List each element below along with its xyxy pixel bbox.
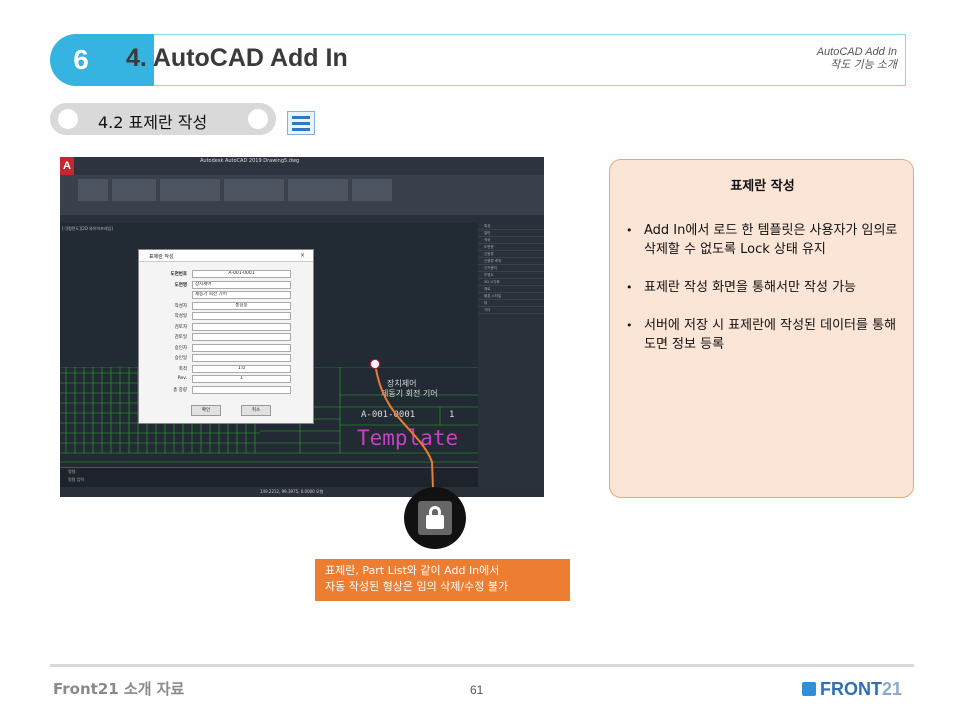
footer-divider [50, 664, 914, 667]
dialog-field-input[interactable] [192, 333, 291, 341]
footer-label: Front21 소개 자료 [53, 680, 185, 698]
property-row[interactable]: 특성 [478, 223, 544, 230]
dialog-field-input[interactable] [192, 312, 291, 320]
property-row[interactable]: 3D 시각화 [478, 279, 544, 286]
header-subtitle-line2: 작도 기능 소개 [830, 59, 897, 71]
dialog-field-input[interactable]: 1 [192, 375, 291, 383]
info-panel: 표제란 작성 Add In에서 로드 한 템플릿은 사용자가 임의로 삭제할 수… [609, 159, 914, 498]
dialog-field-input[interactable]: 장치제어 [192, 280, 291, 289]
dialog-field-row: 검토일 [139, 333, 315, 341]
dialog-field-input[interactable] [192, 343, 291, 352]
lock-callout: 표제란, Part List와 같이 Add In에서 자동 작성된 형상은 임… [315, 559, 570, 601]
dialog-field-label: 작성일 [174, 314, 187, 319]
property-row[interactable]: 선가중치 [478, 265, 544, 272]
viewport-label: [-][평면도][2D 와이어프레임] [62, 226, 113, 231]
close-icon[interactable]: × [300, 252, 305, 259]
page-title: 4. AutoCAD Add In [126, 44, 348, 72]
command-input[interactable]: 명령 입력 [60, 476, 478, 484]
dialog-field-row: 축척 1:0 [139, 364, 315, 373]
dialog-field-input[interactable]: 1:0 [192, 364, 291, 373]
dialog-field-label: Rev. [177, 376, 187, 381]
lock-marker-icon [370, 359, 380, 369]
front21-logo-icon [802, 682, 816, 696]
dialog-field-row: 도면번호 A-001-0001 [139, 270, 315, 278]
dialog-field-input[interactable]: 제동기 회전 기어 [192, 291, 291, 299]
dialog-field-label: 총 중량 [173, 387, 187, 393]
slide-header: AutoCAD Add In 작도 기능 소개 6 4. AutoCAD Add… [50, 34, 906, 86]
property-row[interactable]: 투명도 [478, 272, 544, 279]
property-row[interactable]: 도면층 [478, 244, 544, 251]
dialog-field-label: 검토자 [174, 324, 187, 330]
dialog-field-input[interactable] [192, 354, 291, 362]
list-icon [287, 111, 315, 135]
title-block-name2: 제동기 회전 기어 [381, 389, 438, 398]
dialog-field-input[interactable] [192, 322, 291, 331]
dialog-field-row: 승인일 [139, 354, 315, 362]
dialog-field-row: 제동기 회전 기어 [139, 291, 315, 299]
autocad-ribbon [60, 175, 544, 215]
title-block-dialog: 표제란 작성 × 도면번호 A-001-0001 도면명 장치제어제동기 회전 기어작… [138, 249, 314, 424]
property-row[interactable]: 기타 [478, 307, 544, 314]
dialog-field-label: 승인자 [174, 345, 187, 351]
dialog-field-input[interactable]: 홍길동 [192, 301, 291, 310]
dialog-field-row: 총 중량 [139, 385, 315, 394]
title-block-sheet: 1 [449, 410, 455, 420]
dialog-title: 표제란 작성 [149, 254, 174, 260]
callout-line2: 자동 작성된 형상은 임의 삭제/수정 불가 [325, 580, 509, 593]
coordinates-readout: 149.2212, 99.3975, 0.0000 모형 [260, 489, 324, 494]
dialog-field-row: 작성자 홍길동 [139, 301, 315, 310]
command-line[interactable]: 명령: 명령 입력 [60, 467, 478, 487]
autocad-logo-icon: A [60, 157, 74, 175]
cancel-button[interactable]: 취소 [241, 405, 271, 416]
property-row[interactable]: 일반 [478, 230, 544, 237]
front21-logo: FRONT21 [802, 679, 902, 700]
command-label: 명령: [68, 469, 77, 474]
dialog-field-row: 작성일 [139, 312, 315, 320]
pill-right-dot [248, 109, 268, 129]
title-block-number: A-001-0001 [361, 410, 416, 420]
chapter-number: 6 [73, 44, 89, 75]
section-label: 4.2 표제란 작성 [98, 113, 208, 132]
dialog-field-row: Rev. 1 [139, 375, 315, 383]
page-number: 61 [470, 683, 484, 697]
dialog-field-row: 도면명 장치제어 [139, 280, 315, 289]
panel-bullet: 서버에 저장 시 표제란에 작성된 데이터를 통해 도면 정보 등록 [624, 316, 909, 354]
dialog-field-input[interactable] [192, 385, 291, 394]
panel-bullet: 표제란 작성 화면을 통해서만 작성 가능 [624, 278, 909, 297]
dialog-field-label: 작성자 [174, 303, 187, 309]
header-subtitle-line1: AutoCAD Add In [816, 46, 897, 58]
dialog-field-label: 도면명 [174, 282, 187, 288]
panel-bullet: Add In에서 로드 한 템플릿은 사용자가 임의로 삭제할 수 없도록 Lo… [624, 221, 909, 259]
property-row[interactable]: 플롯 스타일 [478, 293, 544, 300]
dialog-field-label: 검토일 [174, 335, 187, 340]
panel-bullets: Add In에서 로드 한 템플릿은 사용자가 임의로 삭제할 수 없도록 Lo… [624, 221, 909, 373]
pill-left-dot [58, 109, 78, 129]
property-row[interactable]: 선종류 [478, 251, 544, 258]
dialog-field-label: 도면번호 [170, 272, 187, 277]
autocad-file-tabs: 시작Drawing1Drawing3*Drawing4* [60, 215, 544, 233]
autocad-window-title: Autodesk AutoCAD 2019 Drawing5.dwg [200, 158, 300, 164]
property-row[interactable]: 재료 [478, 286, 544, 293]
dialog-field-input[interactable]: A-001-0001 [192, 270, 291, 278]
header-subtitle: AutoCAD Add In 작도 기능 소개 [817, 46, 897, 72]
autocad-titlebar: A Autodesk AutoCAD 2019 Drawing5.dwg [60, 157, 544, 175]
properties-panel: 특성 일반 색상 도면층 선종류 선종류 축척 선가중치 투명도 3D 시각화 재료 플롯 스타일 뷰… [478, 223, 544, 487]
panel-title: 표제란 작성 [730, 179, 795, 194]
dialog-field-label: 승인일 [174, 356, 187, 361]
dialog-field-row: 검토자 [139, 322, 315, 331]
dialog-field-row: 승인자 [139, 343, 315, 352]
lock-icon [404, 487, 466, 549]
status-bar: 149.2212, 99.3975, 0.0000 모형 [60, 487, 544, 497]
template-watermark: Template [357, 426, 459, 450]
callout-line1: 표제란, Part List와 같이 Add In에서 [325, 564, 500, 577]
property-row[interactable]: 뷰 [478, 300, 544, 307]
dialog-titlebar: 표제란 작성 × [139, 250, 313, 262]
dialog-field-label: 축척 [178, 366, 187, 372]
property-row[interactable]: 선종류 축척 [478, 258, 544, 265]
ok-button[interactable]: 확인 [191, 405, 221, 416]
property-row[interactable]: 색상 [478, 237, 544, 244]
autocad-menubar: 파일(F)편집(E)뷰(V)삽입(I)형식(O)도구(T)그리기(D)치수(N)… [74, 167, 544, 183]
section-pill: 4.2 표제란 작성 [50, 103, 276, 135]
